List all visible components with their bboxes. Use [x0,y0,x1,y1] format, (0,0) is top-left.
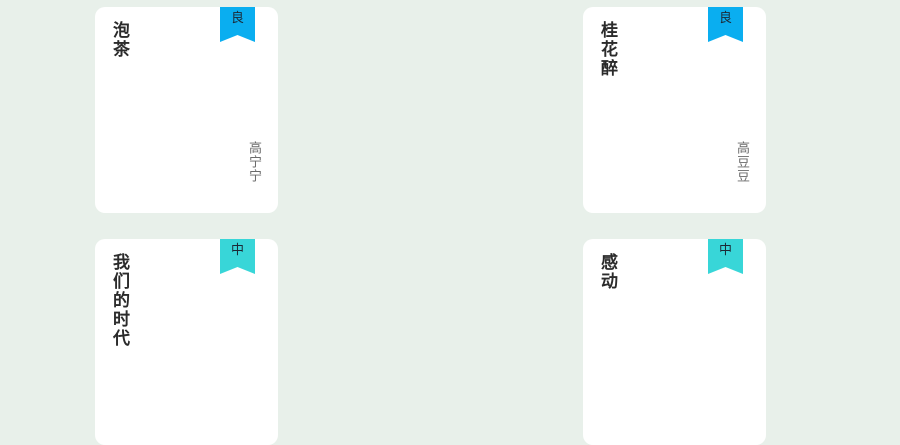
grade-label: 中 [718,243,732,258]
essay-card[interactable]: 桂花醉 高豆豆 良 [583,7,766,213]
grade-ribbon: 中 [220,239,255,274]
grade-label: 良 [718,11,732,26]
essay-card[interactable]: 感动 中 [583,239,766,445]
grade-ribbon: 良 [708,7,743,42]
essay-title: 桂花醉 [597,21,617,78]
grade-label: 中 [230,243,244,258]
grade-label: 良 [230,11,244,26]
essay-card[interactable]: 我们的时代 中 [95,239,278,445]
essay-title: 我们的时代 [109,253,129,348]
grade-ribbon: 中 [708,239,743,274]
essay-author: 高宁宁 [246,141,261,183]
essay-author: 高豆豆 [734,141,749,183]
essay-title: 感动 [597,253,617,291]
essay-card[interactable]: 泡茶 高宁宁 良 [95,7,278,213]
grade-ribbon: 良 [220,7,255,42]
essay-title: 泡茶 [109,21,129,59]
